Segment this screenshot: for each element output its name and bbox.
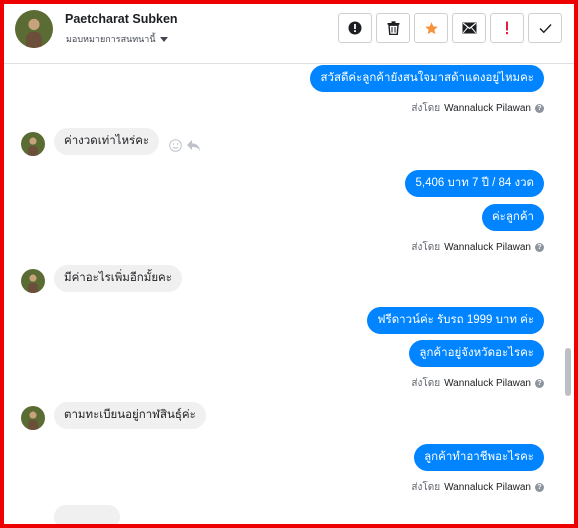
sent-by-label: ส่งโดย Wannaluck Pilawan ? <box>411 376 544 391</box>
help-icon[interactable]: ? <box>535 243 544 252</box>
help-icon[interactable]: ? <box>535 104 544 113</box>
sent-by-label: ส่งโดย Wannaluck Pilawan ? <box>411 480 544 495</box>
scrollbar-thumb[interactable] <box>565 348 571 396</box>
assign-label: มอบหมายการสนทนานี้ <box>66 34 156 44</box>
spam-icon <box>348 21 362 35</box>
outgoing-message[interactable]: ลูกค้าทำอาชีพอะไรคะ <box>414 444 544 472</box>
assign-conversation-dropdown[interactable]: มอบหมายการสนทนานี้ <box>66 32 168 46</box>
mark-spam-button[interactable] <box>338 13 372 43</box>
sent-by-prefix: ส่งโดย <box>411 242 441 253</box>
contact-avatar-small[interactable] <box>21 132 45 156</box>
sender-name: Wannaluck Pilawan <box>444 103 531 114</box>
sender-name: Wannaluck Pilawan <box>444 242 531 253</box>
help-icon[interactable]: ? <box>535 483 544 492</box>
sent-by-prefix: ส่งโดย <box>411 482 441 493</box>
star-button[interactable] <box>414 13 448 43</box>
sent-by-label: ส่งโดย Wannaluck Pilawan ? <box>411 240 544 255</box>
outgoing-message[interactable]: สวัสดีค่ะลูกค้ายังสนใจมาสด้าแดงอยู่ไหมคะ <box>310 65 544 93</box>
star-icon <box>424 21 438 34</box>
chevron-down-icon <box>159 36 168 42</box>
sent-by-prefix: ส่งโดย <box>411 103 441 114</box>
sent-by-prefix: ส่งโดย <box>411 378 441 389</box>
mark-done-button[interactable] <box>528 13 562 43</box>
incoming-message-partial[interactable] <box>54 505 120 524</box>
mark-unread-button[interactable] <box>452 13 486 43</box>
contact-avatar-small[interactable] <box>21 269 45 293</box>
react-emoji-icon[interactable] <box>169 139 182 152</box>
incoming-message[interactable]: มีค่าอะไรเพิ่มอีกมั้ยคะ <box>54 265 182 293</box>
message-actions <box>169 139 201 152</box>
outgoing-message[interactable]: 5,406 บาท 7 ปี / 84 งวด <box>405 170 544 198</box>
reply-icon[interactable] <box>186 139 201 152</box>
mail-icon <box>462 22 476 34</box>
message-thread[interactable]: สวัสดีค่ะลูกค้ายังสนใจมาสด้าแดงอยู่ไหมคะ… <box>4 65 574 524</box>
check-icon <box>539 23 552 33</box>
conversation-header: Paetcharat Subken มอบหมายการสนทนานี้ <box>4 4 574 64</box>
outgoing-message[interactable]: ค่ะลูกค้า <box>481 204 544 232</box>
delete-button[interactable] <box>376 13 410 43</box>
outgoing-message[interactable]: ลูกค้าอยู่จังหวัดอะไรคะ <box>409 340 544 368</box>
important-icon <box>506 21 508 35</box>
messenger-window: Paetcharat Subken มอบหมายการสนทนานี้ สวั… <box>0 0 578 528</box>
header-actions <box>338 13 562 43</box>
sender-name: Wannaluck Pilawan <box>444 378 531 389</box>
contact-name[interactable]: Paetcharat Subken <box>65 12 178 26</box>
outgoing-message[interactable]: ฟรีดาวน์ค่ะ รับรถ 1999 บาท ค่ะ <box>367 307 544 335</box>
contact-avatar[interactable] <box>15 10 53 48</box>
help-icon[interactable]: ? <box>535 379 544 388</box>
incoming-message[interactable]: ตามทะเบียนอยู่กาฬสินธุ์ค่ะ <box>54 402 206 430</box>
contact-avatar-small[interactable] <box>21 406 45 430</box>
trash-icon <box>387 21 399 35</box>
sender-name: Wannaluck Pilawan <box>444 482 531 493</box>
important-button[interactable] <box>490 13 524 43</box>
sent-by-label: ส่งโดย Wannaluck Pilawan ? <box>411 101 544 116</box>
incoming-message[interactable]: ค่างวดเท่าไหร่คะ <box>54 128 160 156</box>
